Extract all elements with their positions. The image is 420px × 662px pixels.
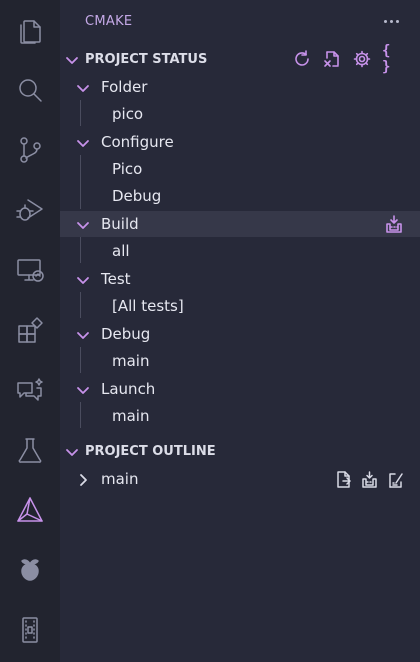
chevron-down-icon [65,444,79,458]
chevron-down-icon [65,52,79,66]
tree-item-debug-target[interactable]: main [60,348,420,374]
tree-group-configure[interactable]: Configure [60,129,420,155]
tree-group-label: Launch [101,380,156,398]
json-braces-icon[interactable]: { } [382,43,402,75]
tree-item-configure-preset[interactable]: Pico [60,156,420,182]
project-outline-header[interactable]: PROJECT OUTLINE [60,439,420,463]
tree-item-launch-target[interactable]: main [60,403,420,429]
tree-group-folder[interactable]: Folder [60,74,420,100]
chevron-down-icon [76,80,90,94]
tree-group-test[interactable]: Test [60,266,420,292]
tree-group-build[interactable]: Build [60,211,420,237]
tree-group-label: Build [101,215,139,233]
source-control-icon[interactable] [0,120,60,180]
tree-item-build-target[interactable]: all [60,238,420,264]
chevron-down-icon [76,272,90,286]
files-icon[interactable] [0,0,60,60]
extensions-icon[interactable] [0,300,60,360]
tree-item-label: Debug [112,187,162,205]
chevron-down-icon [76,327,90,341]
run-debug-icon[interactable] [0,180,60,240]
section-title: PROJECT STATUS [85,51,208,67]
activity-bar [0,0,60,662]
cmake-icon[interactable] [0,480,60,540]
build-clean-icon[interactable] [386,469,404,489]
tree-item-label: all [112,242,130,260]
build-target-icon[interactable] [360,469,378,489]
tree-group-debug[interactable]: Debug [60,321,420,347]
tree-item-pico[interactable]: pico [60,101,420,127]
tree-group-label: Test [101,270,131,288]
search-icon[interactable] [0,60,60,120]
panel-title: CMAKE [85,14,133,29]
section-title: PROJECT OUTLINE [85,443,216,459]
settings-icon[interactable] [352,49,372,69]
more-actions-icon[interactable] [382,12,400,30]
tree-item-all-tests[interactable]: [All tests] [60,293,420,319]
outline-item-main[interactable]: main [60,466,420,492]
chevron-down-icon [76,135,90,149]
tree-group-label: Debug [101,325,151,343]
raspberry-pi-icon[interactable] [0,540,60,600]
tree-item-label: pico [112,105,144,123]
tree-group-label: Configure [101,133,174,151]
tree-group-label: Folder [101,78,148,96]
project-status-header[interactable]: PROJECT STATUS { } [60,43,420,75]
remote-explorer-icon[interactable] [0,240,60,300]
chevron-down-icon [76,382,90,396]
build-icon[interactable] [384,214,404,234]
tree-item-label: Pico [112,160,143,178]
chat-icon[interactable] [0,360,60,420]
tree-item-label: main [112,407,150,425]
chevron-down-icon [76,217,90,231]
refresh-icon[interactable] [292,49,312,69]
chevron-right-icon [76,472,90,486]
open-file-icon[interactable] [334,469,352,489]
delete-cache-icon[interactable] [322,49,342,69]
tree-item-label: main [112,352,150,370]
cmake-panel: CMAKE PROJECT STATUS { } Folder pico Con… [60,0,420,662]
testing-icon[interactable] [0,420,60,480]
tree-group-launch[interactable]: Launch [60,376,420,402]
tree-item-build-type[interactable]: Debug [60,183,420,209]
outline-item-label: main [101,470,139,488]
tree-item-label: [All tests] [112,297,184,315]
board-icon[interactable] [0,600,60,660]
